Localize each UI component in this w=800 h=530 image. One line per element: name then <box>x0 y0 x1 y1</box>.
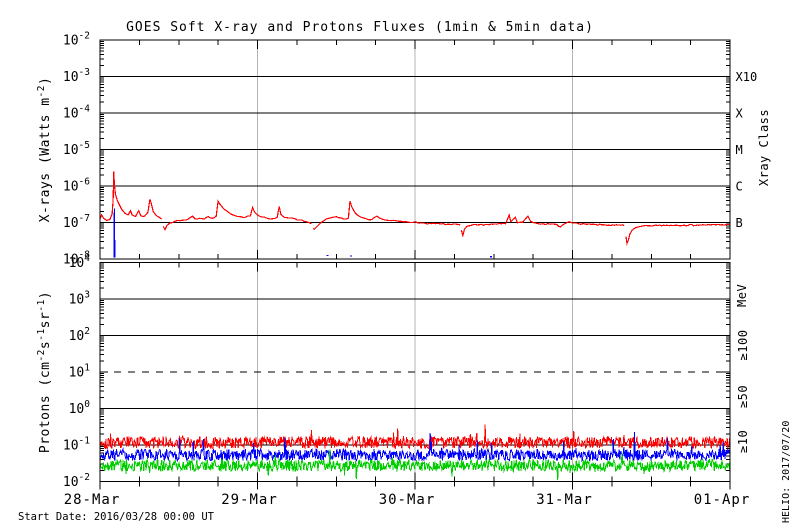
proton-ytick-label: 10-1 <box>63 436 90 454</box>
xray-class-label: X10 <box>736 70 758 84</box>
xray-class-label: X <box>736 107 744 121</box>
helio-stamp: HELIO: 2017/07/20 <box>781 420 792 523</box>
xray-ytick-label: 10-3 <box>63 67 90 85</box>
xray-class-axis-title: Xray Class <box>757 109 771 186</box>
xray-class-label: M <box>736 143 743 157</box>
start-date-label: Start Date: 2016/03/28 00:00 UT <box>18 511 214 523</box>
xray-long-line <box>100 171 163 221</box>
mev-axis-title: MeV <box>735 284 749 307</box>
xray-short-line <box>113 208 116 258</box>
xray-class-label: B <box>736 216 743 230</box>
x-axis-day-label: 28-Mar <box>64 492 121 508</box>
goes-flux-chart: GOES Soft X-ray and Protons Fluxes (1min… <box>0 0 800 530</box>
proton-threshold-label: ≥100 <box>736 330 750 361</box>
proton-ytick-label: 103 <box>69 290 90 308</box>
x-axis-day-label: 29-Mar <box>221 492 278 508</box>
x-axis-day-label: 31-Mar <box>536 492 593 508</box>
xray-long-line <box>625 223 730 246</box>
xray-ytick-label: 10-7 <box>63 213 90 231</box>
proton-ytick-label: 102 <box>69 326 90 344</box>
proton-y-axis-label: Protons (cm-2s-1sr-1) <box>36 291 53 453</box>
chart-title: GOES Soft X-ray and Protons Fluxes (1min… <box>126 20 594 35</box>
x-axis-day-label: 30-Mar <box>379 492 436 508</box>
xray-y-axis-label: X-rays (Watts m-2) <box>36 77 53 223</box>
proton-ytick-label: 100 <box>69 399 91 417</box>
proton-ytick-label: 101 <box>69 363 91 381</box>
xray-class-label: C <box>736 180 743 194</box>
proton-ytick-label: 104 <box>69 253 91 271</box>
xray-long-line <box>460 213 625 238</box>
xray-long-line <box>162 199 312 231</box>
xray-ytick-label: 10-6 <box>63 177 90 195</box>
xray-ytick-label: 10-5 <box>63 140 90 158</box>
x-axis-day-label: 01-Apr <box>694 492 751 508</box>
xray-long-line <box>312 200 461 231</box>
proton-threshold-label: ≥10 <box>736 430 750 453</box>
proton-threshold-label: ≥50 <box>736 385 750 408</box>
proton-ytick-label: 10-2 <box>63 472 90 490</box>
xray-ytick-label: 10-2 <box>63 31 90 49</box>
xray-ytick-label: 10-4 <box>63 104 90 122</box>
plot-canvas: 10-210-310-410-510-610-710-8104103102101… <box>36 31 771 509</box>
